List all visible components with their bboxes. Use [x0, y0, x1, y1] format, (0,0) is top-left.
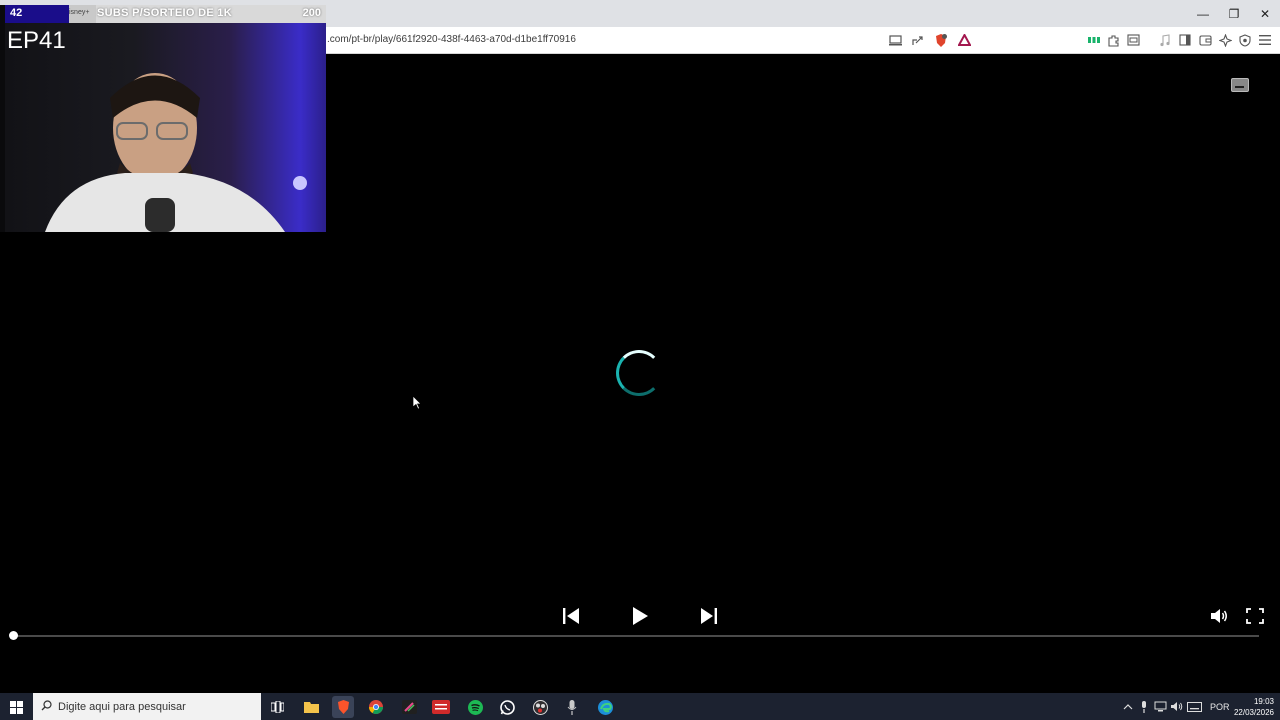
clock-time: 19:03	[1253, 697, 1274, 706]
restore-button[interactable]: ❐	[1218, 0, 1250, 27]
episode-label: EP41	[7, 27, 66, 54]
tray-keyboard-icon[interactable]	[1187, 693, 1202, 720]
taskbar-clock[interactable]: 19:03 22/03/2026	[1234, 696, 1274, 718]
extension-green-icon[interactable]	[1086, 32, 1102, 48]
mouse-cursor-icon	[412, 395, 422, 415]
sub-goal-title: SUBS P/SORTEIO DE 1K	[97, 7, 232, 19]
tray-expand-icon[interactable]	[1123, 693, 1133, 720]
tray-language[interactable]: POR	[1210, 693, 1230, 720]
small-brand-label: isney+	[69, 9, 90, 16]
chrome-icon[interactable]	[365, 696, 387, 718]
whatsapp-icon[interactable]	[496, 696, 518, 718]
pen-app-icon[interactable]	[398, 696, 420, 718]
taskbar-search-box[interactable]: Digite aqui para pesquisar	[33, 693, 261, 720]
tray-microphone-icon[interactable]	[1140, 693, 1148, 720]
next-episode-button[interactable]	[696, 604, 722, 628]
windows-taskbar: Digite aqui para pesquisar POR 19:03 22/…	[0, 693, 1280, 720]
fullscreen-icon[interactable]	[1243, 604, 1267, 628]
media-control-icon[interactable]	[1157, 32, 1173, 48]
extensions-puzzle-icon[interactable]	[1105, 32, 1121, 48]
microphone-app-icon[interactable]	[561, 696, 583, 718]
loading-spinner-icon	[616, 350, 662, 396]
share-icon[interactable]	[909, 32, 925, 48]
progress-scrubber-handle[interactable]	[9, 631, 18, 640]
windows-start-icon[interactable]	[5, 696, 27, 718]
previous-episode-button[interactable]	[558, 604, 584, 628]
close-window-button[interactable]: ✕	[1249, 0, 1280, 27]
play-button[interactable]	[627, 604, 653, 628]
clock-date: 22/03/2026	[1233, 708, 1274, 717]
sub-count: 42	[5, 5, 69, 23]
sub-goal-target: 200	[302, 7, 321, 19]
brave-shields-icon[interactable]	[933, 32, 949, 48]
tab-search-icon[interactable]	[1125, 32, 1141, 48]
spotify-icon[interactable]	[464, 696, 486, 718]
minimize-button[interactable]: —	[1187, 0, 1219, 27]
cast-icon[interactable]	[887, 32, 903, 48]
search-placeholder: Digite aqui para pesquisar	[58, 700, 186, 713]
subtitles-icon[interactable]	[1231, 78, 1249, 92]
brave-browser-icon[interactable]	[332, 696, 354, 718]
volume-icon[interactable]	[1207, 604, 1231, 628]
address-bar-url[interactable]: .com/pt-br/play/661f2920-438f-4463-a70d-…	[327, 34, 576, 45]
brave-rewards-icon[interactable]	[956, 32, 972, 48]
task-view-icon[interactable]	[266, 696, 288, 718]
tray-volume-icon[interactable]	[1170, 693, 1183, 720]
screen: — ❐ ✕ .com/pt-br/play/661f2920-438f-4463…	[0, 0, 1280, 720]
sidebar-icon[interactable]	[1177, 32, 1193, 48]
tray-network-icon[interactable]	[1154, 693, 1167, 720]
file-explorer-icon[interactable]	[300, 696, 322, 718]
voicemeeter-icon[interactable]	[430, 696, 452, 718]
obs-icon[interactable]	[529, 696, 551, 718]
progress-bar[interactable]	[13, 635, 1259, 637]
sub-goal-bar: 42 isney+ SUBS P/SORTEIO DE 1K 200	[5, 5, 326, 23]
leo-ai-icon[interactable]	[1217, 32, 1233, 48]
search-icon	[41, 698, 52, 716]
menu-hamburger-icon[interactable]	[1257, 32, 1273, 48]
streamer-webcam-overlay: 42 isney+ SUBS P/SORTEIO DE 1K 200 EP41	[0, 5, 326, 232]
edge-icon[interactable]	[594, 696, 616, 718]
wallet-icon[interactable]	[1197, 32, 1213, 48]
vpn-shield-icon[interactable]	[1237, 32, 1253, 48]
